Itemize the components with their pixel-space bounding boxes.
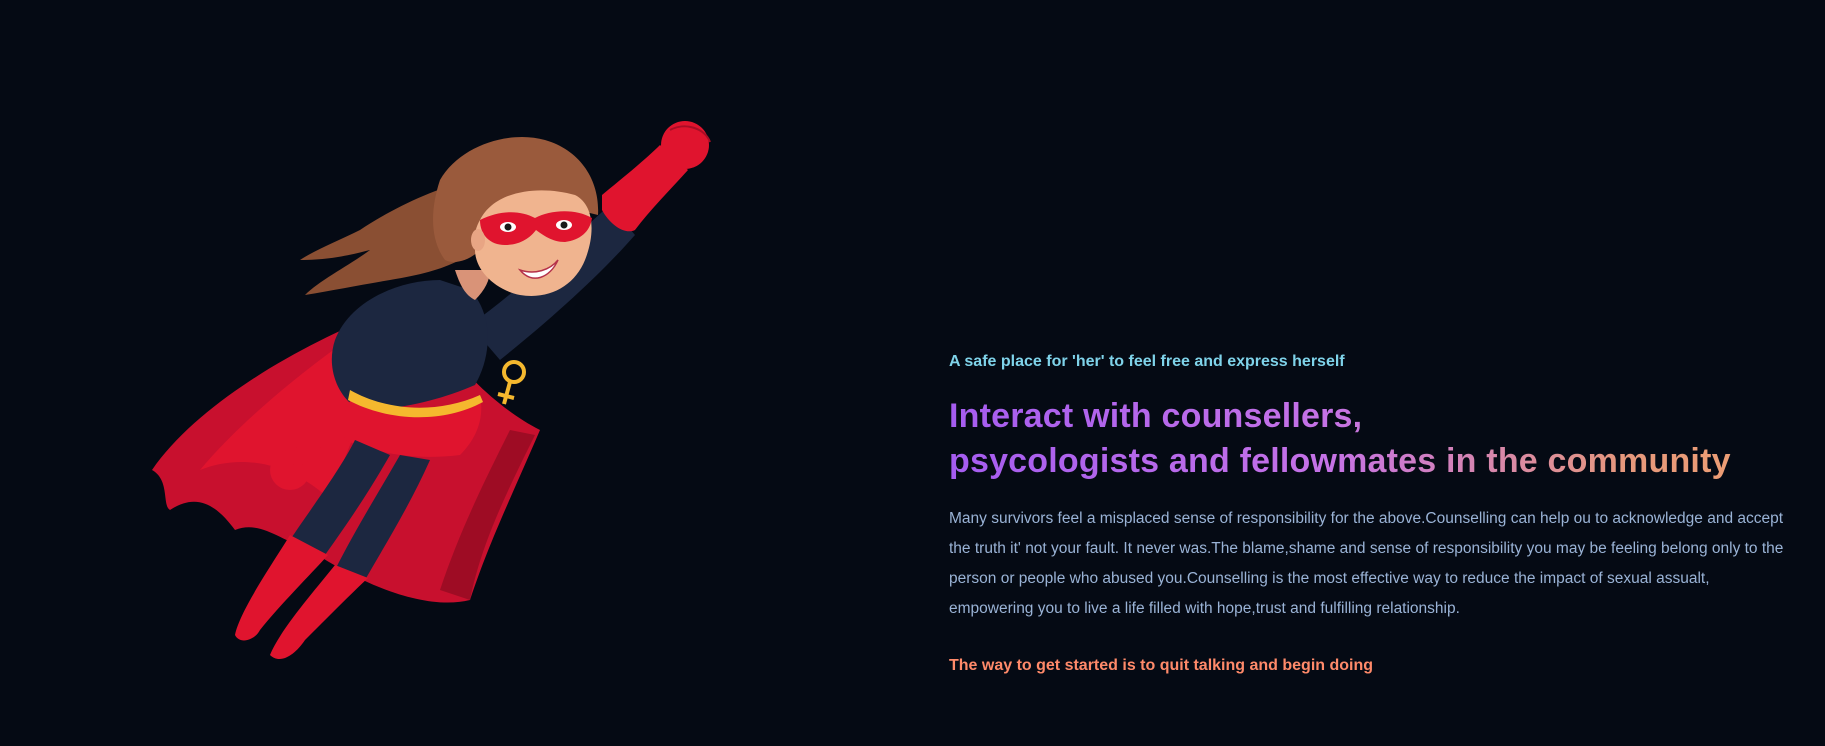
ear — [471, 229, 485, 251]
content-section: A safe place for 'her' to feel free and … — [949, 350, 1794, 678]
headline: Interact with counsellers, psycologists … — [949, 394, 1794, 484]
tagline: A safe place for 'her' to feel free and … — [949, 353, 1345, 370]
headline-line-1: Interact with counsellers, — [949, 394, 1794, 439]
female-symbol-icon — [497, 360, 526, 405]
quote: The way to get started is to quit talkin… — [949, 657, 1374, 674]
superheroine-illustration — [152, 121, 711, 660]
body-paragraph: Many survivors feel a misplaced sense of… — [949, 510, 1784, 617]
page: A safe place for 'her' to feel free and … — [0, 0, 1825, 746]
headline-line-2: psycologists and fellowmates in the comm… — [949, 439, 1794, 484]
fist — [661, 121, 709, 169]
